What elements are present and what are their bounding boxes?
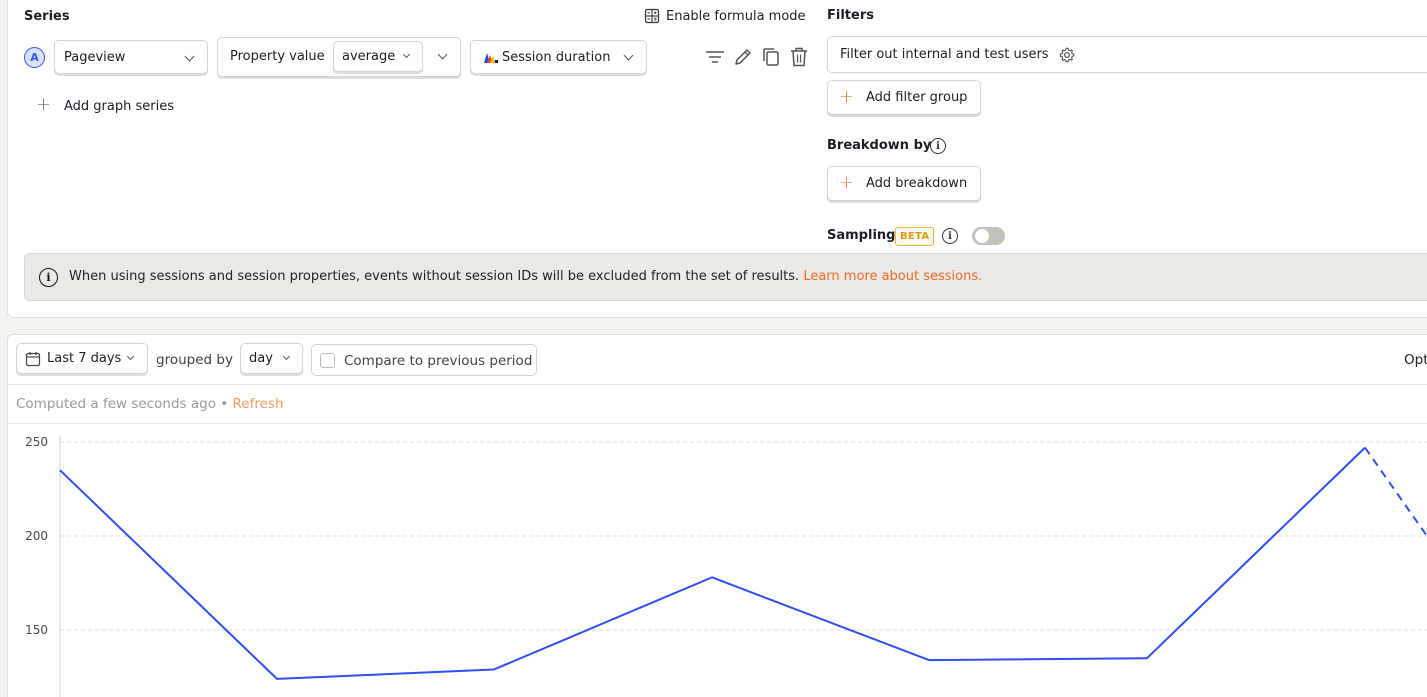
interval-select[interactable]: day [240, 343, 303, 374]
interval-value: day [249, 351, 273, 366]
status-separator: • [220, 396, 229, 412]
pencil-icon[interactable] [732, 46, 754, 68]
refresh-link[interactable]: Refresh [233, 396, 284, 412]
series-line[interactable] [59, 446, 1366, 680]
enable-formula-mode-button[interactable]: Enable formula mode [644, 8, 806, 24]
aggregation-math-select[interactable]: average [333, 41, 423, 72]
y-tick-label: 150 [25, 623, 48, 637]
chevron-down-icon [282, 352, 291, 361]
date-range-value: Last 7 days [47, 351, 122, 366]
sampling-title: Sampling [827, 228, 896, 243]
plus-icon: + [839, 86, 855, 107]
notice-text: When using sessions and session properti… [69, 269, 800, 284]
grouped-by-label: grouped by [156, 352, 233, 368]
chevron-down-icon [623, 50, 634, 61]
sampling-toggle[interactable] [972, 227, 1005, 245]
toggle-knob [975, 229, 989, 243]
computed-text: Computed a few seconds ago [16, 396, 216, 412]
aggregation-label: Property value [230, 49, 325, 64]
gear-icon[interactable] [1059, 47, 1075, 63]
compare-label: Compare to previous period [344, 353, 533, 369]
compare-previous-period-toggle[interactable]: Compare to previous period [311, 344, 537, 376]
plus-icon: + [36, 94, 52, 115]
property-select[interactable]: Session duration [470, 40, 647, 74]
info-icon: i [39, 268, 58, 287]
options-button[interactable]: Opt [1404, 352, 1427, 368]
chevron-down-icon [437, 49, 448, 60]
compare-checkbox[interactable] [320, 353, 335, 368]
add-filter-group-button[interactable]: + Add filter group [827, 80, 981, 115]
info-icon[interactable]: i [942, 228, 958, 244]
add-filter-group-label: Add filter group [866, 90, 968, 105]
beta-badge: BETA [895, 227, 935, 246]
learn-more-sessions-link[interactable]: Learn more about sessions. [803, 269, 982, 284]
info-icon[interactable]: i [930, 138, 946, 154]
add-graph-series-button[interactable]: + Add graph series [36, 96, 196, 118]
chevron-down-icon [402, 50, 411, 59]
formula-mode-label: Enable formula mode [666, 8, 806, 24]
add-series-label: Add graph series [64, 99, 174, 114]
trash-icon[interactable] [788, 46, 810, 68]
series-line-incomplete[interactable] [1364, 447, 1427, 537]
internal-users-filter-toggle[interactable]: Filter out internal and test users [827, 36, 1427, 73]
calculator-icon [644, 8, 660, 24]
property-logo-icon [484, 53, 498, 63]
notice-text-line: When using sessions and session properti… [69, 269, 982, 284]
computed-status: Computed a few seconds ago • Refresh [16, 396, 284, 412]
date-range-select[interactable]: Last 7 days [16, 343, 148, 374]
chevron-down-icon [126, 352, 135, 361]
aggregation-math-value: average [342, 49, 396, 64]
event-select-value: Pageview [64, 50, 126, 65]
breakdown-title: Breakdown by [827, 138, 932, 153]
calendar-icon [25, 352, 41, 367]
chevron-down-icon [184, 51, 195, 62]
filter-lines-icon[interactable] [704, 46, 726, 68]
copy-icon[interactable] [760, 46, 782, 68]
add-breakdown-button[interactable]: + Add breakdown [827, 166, 981, 201]
toolbar-divider [8, 384, 1427, 385]
series-title: Series [24, 9, 70, 24]
plus-icon: + [839, 172, 855, 193]
event-select[interactable]: Pageview [54, 40, 208, 74]
property-select-value: Session duration [502, 50, 611, 65]
y-tick-label: 200 [25, 529, 48, 543]
series-letter-badge: A [24, 47, 45, 68]
y-tick-label: 250 [25, 435, 48, 449]
filters-title: Filters [827, 8, 874, 23]
line-chart: 250 200 150 [25, 435, 1427, 697]
add-breakdown-label: Add breakdown [866, 176, 968, 191]
sessions-notice-banner: i When using sessions and session proper… [24, 253, 1427, 301]
aggregation-select[interactable]: Property value average [217, 37, 461, 77]
internal-filter-label: Filter out internal and test users [840, 47, 1049, 62]
